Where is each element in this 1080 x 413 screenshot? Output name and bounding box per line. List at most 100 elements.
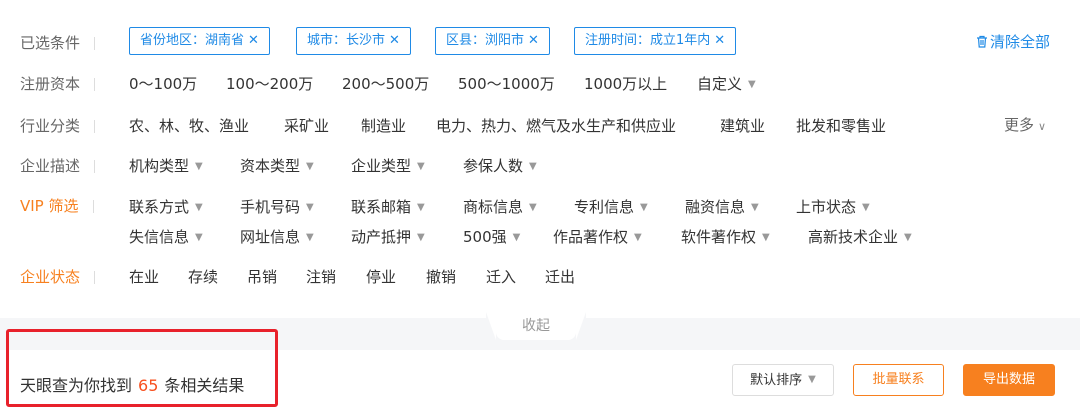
filter-tag-province[interactable]: 省份地区：湖南省 ✕ [129,27,270,55]
export-data-button[interactable]: 导出数据 [963,364,1055,396]
caret-down-icon: ▼ [306,232,314,243]
vip-dropdown[interactable]: 动产抵押 ▼ [351,226,425,247]
close-icon[interactable]: ✕ [248,33,259,48]
vip-dropdown[interactable]: 作品著作权 ▼ [553,226,642,247]
filter-tag-text: 注册时间：成立1年内 [585,33,711,48]
industry-option[interactable]: 批发和零售业 [796,115,886,136]
capital-custom-dropdown[interactable]: 自定义 ▼ [697,73,756,94]
industry-option[interactable]: 电力、热力、燃气及水生产和供应业 [436,115,676,136]
description-dropdown[interactable]: 资本类型 ▼ [240,155,314,176]
capital-option[interactable]: 0～100万 [129,73,197,94]
dropdown-label: 机构类型 [129,157,190,175]
sort-dropdown[interactable]: 默认排序 ▼ [732,364,834,396]
clear-all-button[interactable]: 清除全部 [976,31,1050,52]
divider [94,37,96,50]
dropdown-label: 手机号码 [240,198,301,216]
divider [92,200,94,213]
vip-dropdown[interactable]: 专利信息 ▼ [574,196,648,217]
vip-dropdown[interactable]: 网址信息 ▼ [240,226,314,247]
collapse-label: 收起 [522,318,550,334]
dropdown-label: 联系方式 [129,198,190,216]
status-option[interactable]: 停业 [366,266,396,287]
caret-down-icon: ▼ [417,232,425,243]
status-option[interactable]: 迁出 [545,266,575,287]
caret-down-icon: ▼ [529,202,537,213]
industry-option[interactable]: 建筑业 [720,115,765,136]
status-option[interactable]: 在业 [129,266,159,287]
caret-down-icon: ▼ [751,202,759,213]
dropdown-label: 500强 [463,228,507,246]
description-dropdown[interactable]: 参保人数 ▼ [463,155,537,176]
filter-tag-registration-time[interactable]: 注册时间：成立1年内 ✕ [574,27,737,55]
industry-label-text: 行业分类 [20,117,81,135]
dropdown-label: 商标信息 [463,198,524,216]
dropdown-label: 软件著作权 [681,228,757,246]
status-option[interactable]: 撤销 [426,266,456,287]
industry-option[interactable]: 农、林、牧、渔业 [129,115,249,136]
vip-dropdown[interactable]: 500强 ▼ [463,226,520,247]
caret-down-icon: ▼ [195,202,203,213]
status-option[interactable]: 吊销 [247,266,277,287]
caret-down-icon: ▼ [512,232,521,243]
status-option[interactable]: 迁入 [486,266,516,287]
caret-down-icon: ▼ [904,232,912,243]
close-icon[interactable]: ✕ [528,33,539,48]
capital-custom-label: 自定义 [697,75,743,93]
vip-dropdown[interactable]: 联系邮箱 ▼ [351,196,425,217]
dropdown-label: 作品著作权 [553,228,629,246]
capital-option[interactable]: 200～500万 [342,73,429,94]
filter-tag-text: 省份地区：湖南省 [140,33,245,48]
bulk-contact-button[interactable]: 批量联系 [853,364,944,396]
status-label-text: 企业状态 [20,268,81,286]
caret-down-icon: ▼ [306,202,314,213]
close-icon[interactable]: ✕ [389,33,400,48]
filter-tag-city[interactable]: 城市：长沙市 ✕ [296,27,411,55]
caret-down-icon: ▼ [762,232,770,243]
caret-down-icon: ▼ [862,202,870,213]
description-label: 企业描述 [20,155,96,176]
capital-option[interactable]: 100～200万 [226,73,313,94]
status-option[interactable]: 存续 [188,266,218,287]
capital-option[interactable]: 1000万以上 [584,73,667,94]
vip-dropdown[interactable]: 高新技术企业 ▼ [808,226,912,247]
vip-dropdown[interactable]: 联系方式 ▼ [129,196,203,217]
description-label-text: 企业描述 [20,157,81,175]
status-option[interactable]: 注销 [306,266,336,287]
caret-down-icon: ▼ [634,232,642,243]
trash-icon [977,35,987,48]
vip-filter-label-text: VIP 筛选 [20,197,79,215]
industry-option[interactable]: 制造业 [361,115,406,136]
vip-dropdown[interactable]: 融资信息 ▼ [685,196,759,217]
clear-all-label: 清除全部 [990,33,1051,51]
description-dropdown[interactable]: 企业类型 ▼ [351,155,425,176]
filter-tag-text: 区县：浏阳市 [446,33,525,48]
filter-tag-county[interactable]: 区县：浏阳市 ✕ [435,27,550,55]
description-dropdown[interactable]: 机构类型 ▼ [129,155,203,176]
capital-option[interactable]: 500～1000万 [458,73,555,94]
more-industries-button[interactable]: 更多 ∨ [1004,114,1046,135]
capital-label: 注册资本 [20,73,96,94]
annotation-highlight-box [6,329,278,407]
industry-label: 行业分类 [20,115,96,136]
industry-option[interactable]: 采矿业 [284,115,329,136]
filter-panel: 已选条件 省份地区：湖南省 ✕ 城市：长沙市 ✕ 区县：浏阳市 ✕ 注册时间：成立1年… [0,0,1080,318]
vip-dropdown[interactable]: 商标信息 ▼ [463,196,537,217]
caret-down-icon: ▼ [640,202,648,213]
caret-down-icon: ▼ [748,79,756,90]
dropdown-label: 联系邮箱 [351,198,412,216]
collapse-button[interactable]: 收起 [486,312,586,340]
dropdown-label: 高新技术企业 [808,228,899,246]
vip-dropdown[interactable]: 软件著作权 ▼ [681,226,770,247]
divider [94,78,96,91]
vip-dropdown[interactable]: 失信信息 ▼ [129,226,203,247]
vip-dropdown[interactable]: 手机号码 ▼ [240,196,314,217]
dropdown-label: 动产抵押 [351,228,412,246]
chevron-down-icon: ∨ [1038,120,1047,133]
dropdown-label: 资本类型 [240,157,301,175]
close-icon[interactable]: ✕ [714,33,725,48]
more-label: 更多 [1004,116,1035,134]
status-label: 企业状态 [20,266,96,287]
vip-dropdown[interactable]: 上市状态 ▼ [796,196,870,217]
dropdown-label: 失信信息 [129,228,190,246]
dropdown-label: 网址信息 [240,228,301,246]
